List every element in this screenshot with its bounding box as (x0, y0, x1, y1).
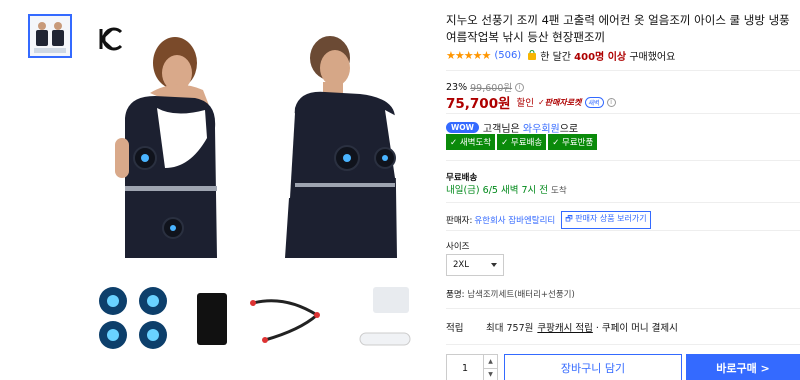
delivery-date: 내일(금) 6/5 새벽 7시 전 도착 (446, 185, 567, 196)
tag-free-return: ✓ 무료반품 (548, 134, 598, 150)
wow-badge: WOW (446, 122, 479, 133)
seller-products-button[interactable]: 🗗 판매자 상품 보러가기 (561, 211, 651, 229)
points-amount: 최대 757원 (486, 323, 534, 334)
info-icon[interactable]: i (515, 82, 525, 92)
item-name-row: 품명: 남색조끼세트(배터리+선풍기) (446, 288, 575, 300)
divider (446, 160, 800, 161)
decrement-icon[interactable]: ▼ (484, 369, 497, 380)
divider (446, 344, 800, 345)
sale-price: 75,700원 (446, 96, 511, 112)
main-product-image (115, 36, 405, 258)
rating-stars[interactable]: ★★★★★ (446, 49, 491, 62)
wow-text: 고객님은 (482, 124, 520, 135)
tag-free-shipping: ✓ 무료배송 (497, 134, 547, 150)
chevron-down-icon (491, 263, 497, 267)
price-row: 75,700원 할인 ✓판매자로켓 새벽 i (446, 92, 616, 112)
quantity-input[interactable]: 1 (447, 355, 483, 380)
item-value: 남색조끼세트(배터리+선풍기) (467, 290, 575, 300)
points-label: 적립 (446, 323, 464, 334)
coupang-cash-link[interactable]: 쿠팡캐시 적립 (537, 320, 592, 334)
info-icon[interactable]: i (606, 97, 616, 107)
product-title: 지누오 선풍기 조끼 4팬 고출력 에어컨 옷 얼음조끼 아이스 쿨 냉방 냉풍… (446, 13, 790, 44)
seller-row: 판매자: 유한회사 잠바엔탈리티 🗗 판매자 상품 보러가기 (446, 211, 651, 229)
seller-rocket-logo: ✓판매자로켓 (538, 97, 582, 107)
dawn-badge: 새벽 (584, 96, 604, 108)
add-to-cart-button[interactable]: 장바구니 담기 (504, 354, 682, 380)
shopping-bag-icon (528, 50, 537, 60)
buyers-text: 한 달간 400명 이상 구매했어요 (540, 51, 676, 63)
divider (446, 230, 800, 231)
divider (446, 308, 800, 309)
quantity-stepper[interactable]: 1 ▲ ▼ (446, 354, 498, 380)
sale-label: 할인 (516, 98, 534, 109)
size-select[interactable]: 2XL (446, 254, 504, 276)
points-suffix: · 쿠페이 머니 결제시 (595, 323, 678, 334)
size-label: 사이즈 (446, 242, 470, 252)
tag-dawn-delivery: ✓ 새벽도착 (446, 134, 496, 150)
points-row: 적립 최대 757원 쿠팡캐시 적립 · 쿠페이 머니 결제시 (446, 320, 678, 334)
discount-rate: 23% (446, 81, 468, 93)
benefit-tags: ✓ 새벽도착 ✓ 무료배송 ✓ 무료반품 (446, 134, 598, 150)
divider (446, 202, 800, 203)
seller-label: 판매자: (446, 216, 473, 226)
accessories-image (99, 287, 411, 349)
review-count[interactable]: (506) (494, 50, 521, 61)
product-thumbnail[interactable] (28, 14, 72, 58)
divider (446, 70, 800, 71)
wow-member-link[interactable]: 와우회원 (523, 120, 560, 135)
thumbnail-image (30, 16, 70, 56)
buy-now-button[interactable]: 바로구매 > (686, 354, 800, 380)
rating-row: ★★★★★ (506) 한 달간 400명 이상 구매했어요 (446, 48, 676, 63)
item-label: 품명: (446, 290, 465, 300)
size-value: 2XL (453, 260, 469, 270)
divider (446, 113, 800, 114)
wow-row: WOW 고객님은 와우회원 으로 (446, 120, 578, 135)
seller-name-link[interactable]: 유한회사 잠바엔탈리티 (474, 214, 555, 226)
increment-icon[interactable]: ▲ (484, 355, 497, 369)
wow-text-suffix: 으로 (559, 124, 579, 135)
